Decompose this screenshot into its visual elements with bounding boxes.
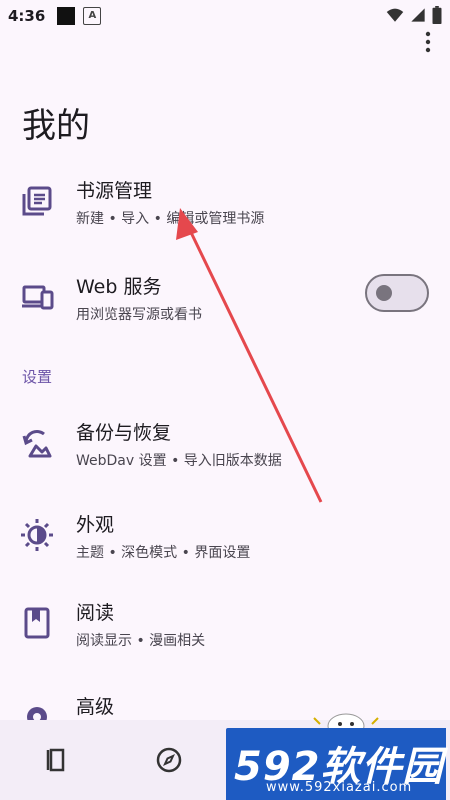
page-title: 我的 <box>22 106 90 146</box>
item-subtitle: 主题 • 深色模式 • 界面设置 <box>76 545 251 561</box>
item-title: 阅读 <box>76 602 115 624</box>
item-title: Web 服务 <box>76 276 162 298</box>
item-subtitle: 用浏览器写源或看书 <box>76 307 202 323</box>
signal-icon <box>411 8 425 22</box>
watermark-url: www.592xiazai.com <box>266 780 413 795</box>
appearance-item[interactable]: 外观 主题 • 深色模式 • 界面设置 <box>0 496 450 572</box>
item-title: 外观 <box>76 514 115 536</box>
item-title: 书源管理 <box>76 180 153 202</box>
discover-compass-icon[interactable] <box>155 746 183 774</box>
a-badge-icon: A <box>83 7 102 25</box>
theme-icon <box>21 519 53 551</box>
more-options-icon[interactable] <box>422 30 434 54</box>
wifi-icon <box>386 8 404 22</box>
notification-icon <box>57 7 76 25</box>
backup-restore-icon <box>22 429 52 458</box>
backup-restore-item[interactable]: 备份与恢复 WebDav 设置 • 导入旧版本数据 <box>0 404 450 480</box>
book-source-icon <box>22 186 52 216</box>
devices-icon <box>22 285 54 310</box>
item-subtitle: 阅读显示 • 漫画相关 <box>76 633 206 649</box>
bookmark-book-icon <box>24 607 50 639</box>
bookshelf-icon[interactable] <box>42 746 70 774</box>
settings-section-label: 设置 <box>22 368 53 386</box>
item-subtitle: WebDav 设置 • 导入旧版本数据 <box>76 453 282 469</box>
status-bar: 4:36 A <box>0 0 450 32</box>
item-title: 备份与恢复 <box>76 422 172 444</box>
item-title: 高级 <box>76 696 115 718</box>
web-service-toggle[interactable] <box>365 274 429 312</box>
battery-icon <box>432 6 442 24</box>
book-source-management-item[interactable]: 书源管理 新建 • 导入 • 编辑或管理书源 <box>0 162 450 238</box>
reading-item[interactable]: 阅读 阅读显示 • 漫画相关 <box>0 584 450 660</box>
status-time: 4:36 <box>8 7 46 25</box>
item-subtitle: 新建 • 导入 • 编辑或管理书源 <box>76 211 265 227</box>
toggle-knob <box>376 285 392 301</box>
watermark-logo: 592软件园 www.592xiazai.com <box>226 728 446 800</box>
